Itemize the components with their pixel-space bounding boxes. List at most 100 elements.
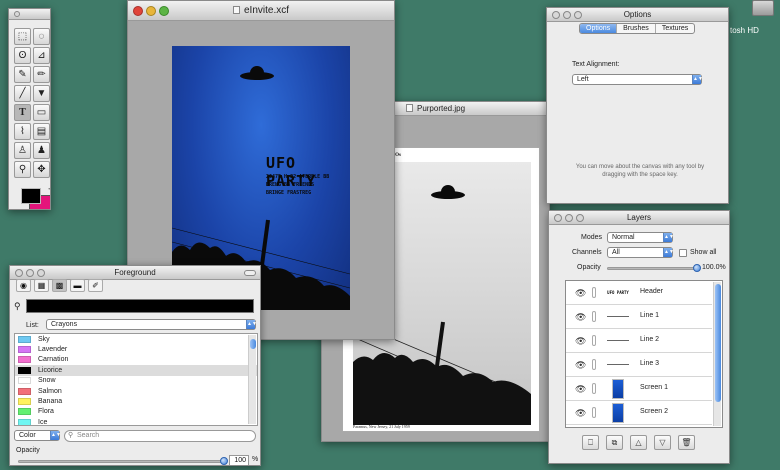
close-icon[interactable] (14, 11, 20, 17)
minimize-icon[interactable] (563, 11, 571, 19)
link-icon[interactable] (592, 407, 596, 418)
link-icon[interactable] (592, 383, 596, 394)
magnifier-icon[interactable]: ⚲ (14, 301, 21, 312)
move-icon[interactable]: ✥ (33, 161, 50, 178)
chevron-down-icon: ▲▼ (692, 75, 703, 84)
color-wheel-icon[interactable]: ◉ (16, 279, 31, 292)
options-titlebar[interactable]: Options (547, 8, 728, 22)
hard-disk-icon[interactable] (752, 0, 774, 16)
color-chip (18, 418, 31, 425)
layers-titlebar[interactable]: Layers (549, 211, 729, 225)
trash-icon[interactable]: 🗑 (678, 435, 695, 450)
color-list-item[interactable]: Flora (15, 407, 257, 417)
close-icon[interactable] (133, 6, 143, 16)
eyedropper-icon[interactable]: ⌇ (14, 123, 31, 140)
layer-name: Line 2 (640, 336, 660, 343)
foreground-color-swatch[interactable] (21, 188, 41, 204)
text-tool-icon[interactable]: T (14, 104, 31, 121)
zoom-window-icon[interactable] (159, 6, 169, 16)
lasso-icon[interactable]: ʘ (14, 47, 31, 64)
color-list-item[interactable]: Salmon (15, 386, 257, 396)
tab-textures[interactable]: Textures (656, 24, 694, 33)
minimize-icon[interactable] (146, 6, 156, 16)
polygon-lasso-icon[interactable]: ⊿ (33, 47, 50, 64)
text-alignment-select[interactable]: Left ▲▼ (572, 74, 703, 85)
foreground-titlebar[interactable]: Foreground (10, 266, 260, 280)
crayons-icon[interactable]: ✐ (88, 279, 103, 292)
toolbox-titlebar[interactable] (9, 9, 50, 20)
rect-select-icon[interactable]: ⬚ (14, 28, 31, 45)
duplicate-layer-icon[interactable]: ⧉ (606, 435, 623, 450)
color-palettes-icon[interactable]: ▩ (52, 279, 67, 292)
eye-icon[interactable]: 👁 (575, 288, 586, 299)
toolbox-window: ⬚◌ʘ⊿✎✏╱▼T▭⌇▤♙♟⚲✥ ↔ (8, 8, 51, 210)
layer-row[interactable]: 👁 Line 2 (566, 329, 712, 353)
color-list-item[interactable]: Licorice (15, 365, 257, 376)
layer-row[interactable]: 👁 Screen 1 (566, 377, 712, 401)
paint-bucket-icon[interactable]: ▼ (33, 85, 50, 102)
close-icon[interactable] (15, 269, 23, 277)
clone-stamp-icon[interactable]: ♙ (14, 142, 31, 159)
fg-opacity-knob[interactable] (220, 457, 228, 465)
show-all-checkbox[interactable] (679, 249, 687, 257)
link-icon[interactable] (592, 287, 596, 298)
fg-opacity-slider[interactable] (18, 460, 224, 463)
zoom-window-icon[interactable] (574, 11, 582, 19)
current-color-well[interactable] (26, 299, 254, 313)
ellipse-select-icon[interactable]: ◌ (33, 28, 50, 45)
color-sliders-icon[interactable]: ▦ (34, 279, 49, 292)
close-icon[interactable] (552, 11, 560, 19)
eye-icon[interactable]: 👁 (575, 360, 586, 371)
eye-icon[interactable]: 👁 (575, 384, 586, 395)
image-palettes-icon[interactable]: ▬ (70, 279, 85, 292)
layer-opacity-knob[interactable] (693, 264, 701, 272)
eye-icon[interactable]: 👁 (575, 336, 586, 347)
raise-layer-icon[interactable]: △ (630, 435, 647, 450)
layer-row[interactable]: 👁 UFO PARTY Header (566, 281, 712, 305)
layer-row[interactable]: 👁 Line 3 (566, 353, 712, 377)
eye-icon[interactable]: 👁 (575, 408, 586, 419)
color-list-item[interactable]: Carnation (15, 355, 257, 365)
modes-select[interactable]: Normal ▲▼ (607, 232, 674, 243)
sort-select[interactable]: Color ▲▼ (14, 430, 61, 441)
minimize-icon[interactable] (26, 269, 34, 277)
zoom-icon[interactable]: ⚲ (14, 161, 31, 178)
tab-options[interactable]: Options (580, 24, 618, 33)
color-list-item[interactable]: Banana (15, 396, 257, 406)
lower-layer-icon[interactable]: ▽ (654, 435, 671, 450)
color-list-item[interactable]: Sky (15, 334, 257, 344)
zoom-window-icon[interactable] (576, 214, 584, 222)
minimize-icon[interactable] (565, 214, 573, 222)
stamp-icon[interactable]: ♟ (33, 142, 50, 159)
link-icon[interactable] (592, 359, 596, 370)
line-icon[interactable]: ╱ (14, 85, 31, 102)
hard-disk-label[interactable]: tosh HD (730, 26, 759, 35)
layer-opacity-slider[interactable] (607, 267, 697, 270)
link-icon[interactable] (592, 311, 596, 322)
gradient-icon[interactable]: ▤ (33, 123, 50, 140)
swap-colors-icon[interactable]: ↔ (47, 185, 50, 192)
color-list-item[interactable]: Snow (15, 376, 257, 386)
layer-row[interactable]: 👁 Line 1 (566, 305, 712, 329)
fg-opacity-field[interactable]: 100 (229, 455, 249, 465)
eye-icon[interactable]: 👁 (575, 312, 586, 323)
modes-value: Normal (612, 234, 635, 241)
close-icon[interactable] (554, 214, 562, 222)
new-layer-icon[interactable]: ⎕ (582, 435, 599, 450)
toolbar-toggle-icon[interactable] (244, 270, 256, 276)
pencil-icon[interactable]: ✏ (33, 66, 50, 83)
layer-scrollbar[interactable] (713, 282, 721, 426)
palette-list-select[interactable]: Crayons ▲▼ (46, 319, 257, 330)
link-icon[interactable] (592, 335, 596, 346)
color-list-item[interactable]: Ice (15, 417, 257, 425)
eraser-icon[interactable]: ▭ (33, 104, 50, 121)
color-list-item[interactable]: Lavender (15, 344, 257, 354)
brush-icon[interactable]: ✎ (14, 66, 31, 83)
channels-select[interactable]: All ▲▼ (607, 247, 674, 258)
invite-titlebar[interactable]: eInvite.xcf (128, 1, 394, 21)
tab-brushes[interactable]: Brushes (617, 24, 656, 33)
zoom-window-icon[interactable] (37, 269, 45, 277)
color-list-scrollbar[interactable] (248, 335, 256, 424)
layer-row[interactable]: 👁 Screen 2 (566, 401, 712, 425)
color-search-input[interactable]: Search (64, 430, 256, 442)
